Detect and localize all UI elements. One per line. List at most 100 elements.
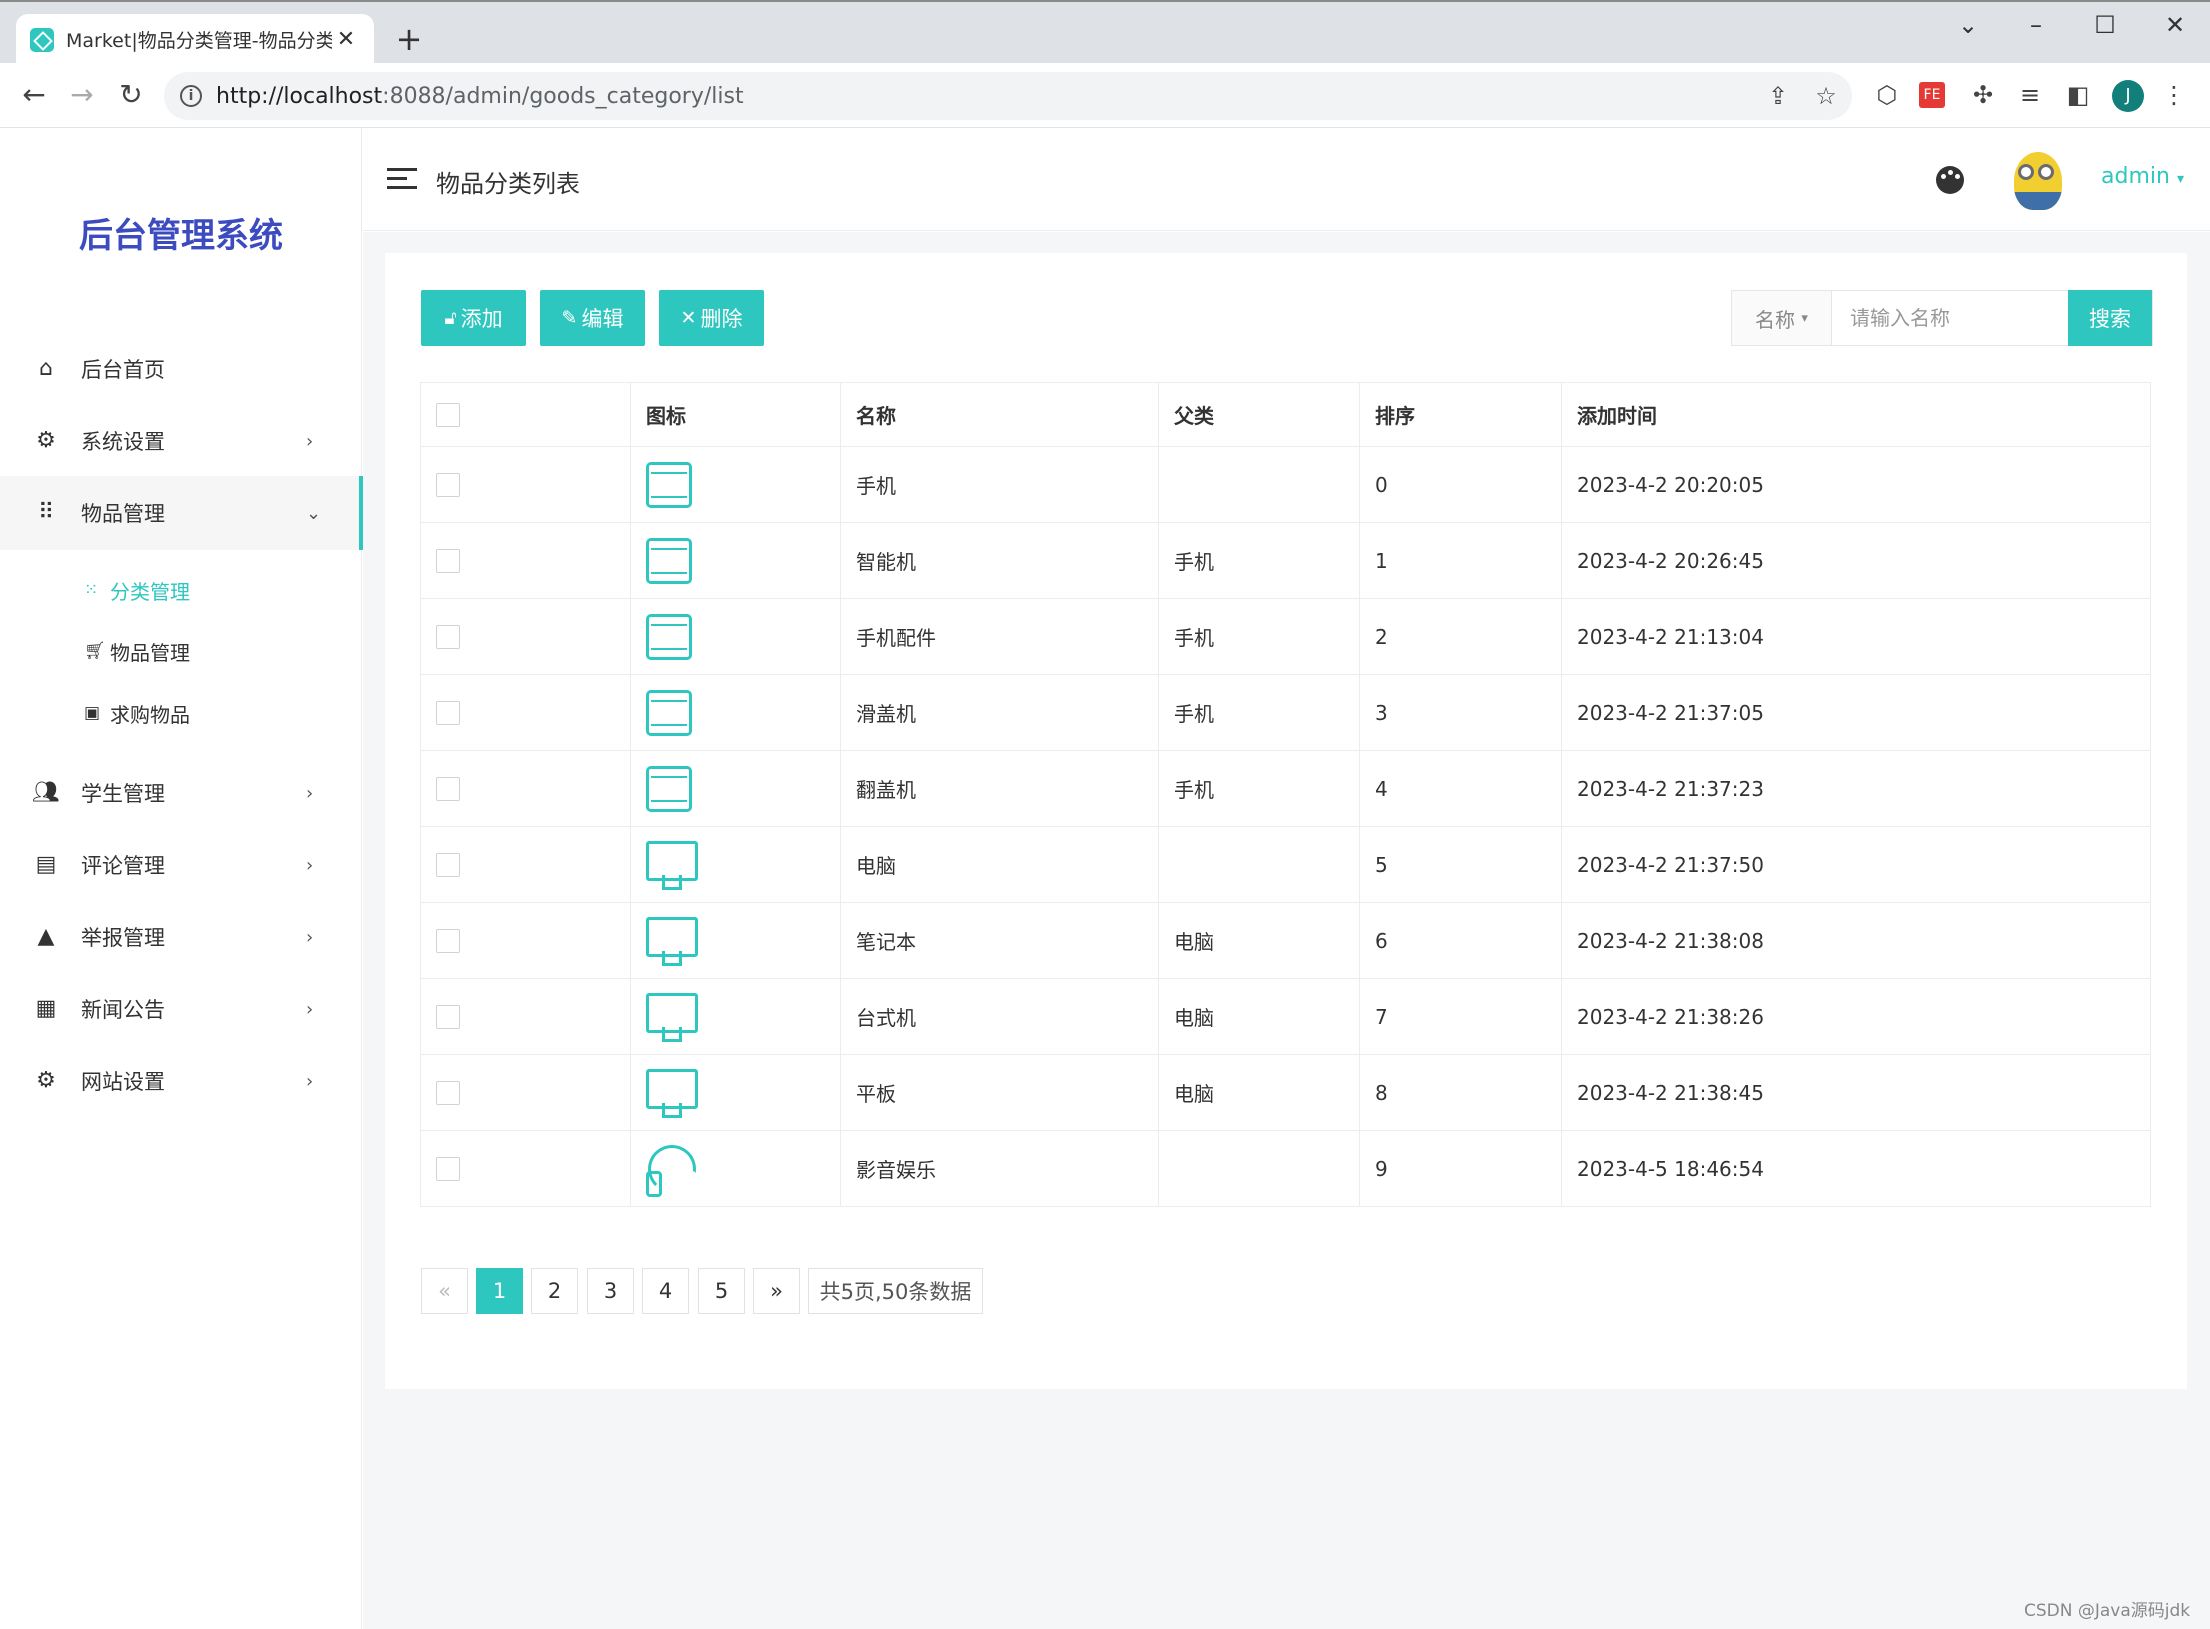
table-row[interactable]: 笔记本 电脑 6 2023-4-2 21:38:08	[420, 902, 2151, 979]
category-name: 滑盖机	[840, 674, 1159, 751]
category-parent: 手机	[1158, 674, 1360, 751]
sidebar-item-system-settings[interactable]: ⚙ 系统设置 ›	[0, 410, 362, 472]
category-sort: 4	[1359, 750, 1562, 827]
forward-icon[interactable]: →	[64, 77, 100, 113]
browser-tab[interactable]: Market|物品分类管理-物品分类 ✕	[16, 14, 374, 65]
sidebar-subitem-goods-management[interactable]: 🛒︎ 物品管理	[84, 633, 190, 669]
new-tab-icon[interactable]: +	[392, 22, 426, 56]
browser-menu-icon[interactable]: ⋮	[2158, 79, 2190, 111]
news-icon: ▦	[35, 996, 57, 1021]
category-name: 影音娱乐	[840, 1130, 1159, 1207]
row-checkbox[interactable]	[436, 1004, 460, 1029]
sidebar-item-home[interactable]: ⌂ 后台首页	[0, 338, 362, 400]
phone-icon	[646, 689, 692, 736]
pagination-page-2[interactable]: 2	[531, 1268, 578, 1314]
pagination-page-4[interactable]: 4	[642, 1268, 689, 1314]
close-icon: ✕	[680, 307, 697, 329]
extension-icon[interactable]: ⬡	[1871, 79, 1903, 111]
search-button[interactable]: 搜索	[2068, 290, 2152, 346]
sidebar-item-goods-management[interactable]: ⠿ 物品管理 ⌄	[0, 476, 363, 550]
sidebar-subitem-category-management[interactable]: ⁙ 分类管理	[84, 572, 190, 608]
row-checkbox[interactable]	[436, 852, 460, 877]
category-name: 台式机	[840, 978, 1159, 1055]
share-icon[interactable]: ⇪	[1762, 81, 1794, 111]
user-menu[interactable]: admin ▾	[2101, 164, 2184, 189]
sidebar-item-label: 网站设置	[81, 1070, 165, 1094]
category-parent	[1158, 826, 1360, 903]
tab-search-chevron-icon[interactable]: ⌄	[1948, 8, 1988, 42]
delete-button[interactable]: ✕ 删除	[659, 290, 764, 346]
table-row[interactable]: 智能机 手机 1 2023-4-2 20:26:45	[420, 522, 2151, 599]
table-row[interactable]: 台式机 电脑 7 2023-4-2 21:38:26	[420, 978, 2151, 1055]
table-row[interactable]: 平板 电脑 8 2023-4-2 21:38:45	[420, 1054, 2151, 1131]
sidebar-subitem-wanted-goods[interactable]: ▣ 求购物品	[84, 695, 190, 731]
sidebar-item-label: 举报管理	[81, 926, 165, 950]
sidebar-item-students[interactable]: 👥︎ 学生管理 ›	[0, 762, 362, 824]
table-row[interactable]: 手机 0 2023-4-2 20:20:05	[420, 446, 2151, 523]
category-parent: 手机	[1158, 598, 1360, 675]
reload-icon[interactable]: ↻	[113, 77, 149, 113]
row-checkbox[interactable]	[436, 776, 460, 801]
pagination-page-1[interactable]: 1	[476, 1268, 523, 1314]
avatar[interactable]	[2014, 152, 2062, 210]
phone-icon	[646, 537, 692, 584]
edit-button[interactable]: ✎ 编辑	[540, 290, 645, 346]
side-panel-icon[interactable]: ◧	[2062, 79, 2094, 111]
phone-icon	[646, 613, 692, 660]
theme-palette-icon[interactable]	[1936, 166, 1964, 194]
row-checkbox[interactable]	[436, 700, 460, 725]
table-row[interactable]: 翻盖机 手机 4 2023-4-2 21:37:23	[420, 750, 2151, 827]
warning-icon: ▲	[37, 924, 55, 949]
back-icon[interactable]: ←	[16, 77, 52, 113]
add-button[interactable]: 🔓︎ 添加	[421, 290, 526, 346]
category-name: 智能机	[840, 522, 1159, 599]
select-all-checkbox[interactable]	[436, 402, 460, 427]
row-checkbox[interactable]	[436, 928, 460, 953]
pagination-prev[interactable]: «	[421, 1268, 468, 1314]
row-checkbox[interactable]	[436, 1156, 460, 1181]
sidebar-item-news[interactable]: ▦ 新闻公告 ›	[0, 978, 362, 1040]
pagination-page-3[interactable]: 3	[587, 1268, 634, 1314]
phone-icon	[646, 765, 692, 812]
pagination-next[interactable]: »	[753, 1268, 800, 1314]
address-bar[interactable]: i http://localhost:8088/admin/goods_cate…	[164, 72, 1852, 120]
row-checkbox[interactable]	[436, 624, 460, 649]
search-field-select[interactable]: 名称 ▾	[1732, 291, 1832, 345]
category-sort: 9	[1359, 1130, 1562, 1207]
puzzle-extensions-icon[interactable]: ✣	[1967, 79, 1999, 111]
category-name: 笔记本	[840, 902, 1159, 979]
reading-list-icon[interactable]: ≡	[2014, 79, 2046, 111]
site-info-icon[interactable]: i	[180, 85, 202, 107]
sidebar-item-reports[interactable]: ▲ 举报管理 ›	[0, 906, 362, 968]
profile-avatar[interactable]: J	[2112, 80, 2144, 112]
table-row[interactable]: 滑盖机 手机 3 2023-4-2 21:37:05	[420, 674, 2151, 751]
column-header-time: 添加时间	[1561, 382, 2151, 447]
sidebar-item-label: 学生管理	[81, 782, 165, 806]
fe-extension-icon[interactable]: FE	[1919, 82, 1945, 108]
row-checkbox[interactable]	[436, 1080, 460, 1105]
table-row[interactable]: 电脑 5 2023-4-2 21:37:50	[420, 826, 2151, 903]
pagination-page-5[interactable]: 5	[698, 1268, 745, 1314]
hamburger-menu-icon[interactable]	[387, 168, 417, 190]
category-name: 手机	[840, 446, 1159, 523]
tab-close-icon[interactable]: ✕	[332, 27, 360, 52]
chevron-right-icon: ›	[306, 854, 314, 876]
search-input[interactable]	[1832, 291, 2068, 345]
category-time: 2023-4-2 21:38:45	[1561, 1054, 2151, 1131]
sidebar-item-comments[interactable]: ▤ 评论管理 ›	[0, 834, 362, 896]
category-name: 电脑	[840, 826, 1159, 903]
minimize-icon[interactable]: –	[2016, 8, 2056, 42]
table-row[interactable]: 手机配件 手机 2 2023-4-2 21:13:04	[420, 598, 2151, 675]
sidebar-item-site-settings[interactable]: ⚙ 网站设置 ›	[0, 1050, 362, 1112]
category-sort: 2	[1359, 598, 1562, 675]
row-checkbox[interactable]	[436, 472, 460, 497]
monitor-icon	[646, 840, 698, 890]
monitor-icon	[646, 992, 698, 1042]
bookmark-star-icon[interactable]: ☆	[1810, 81, 1842, 111]
row-checkbox[interactable]	[436, 548, 460, 573]
table-row[interactable]: 影音娱乐 9 2023-4-5 18:46:54	[420, 1130, 2151, 1207]
sidebar-item-label: 系统设置	[81, 430, 165, 454]
close-window-icon[interactable]: ✕	[2155, 8, 2195, 42]
maximize-icon[interactable]: ☐	[2085, 8, 2125, 42]
add-button-label: 添加	[460, 307, 503, 331]
